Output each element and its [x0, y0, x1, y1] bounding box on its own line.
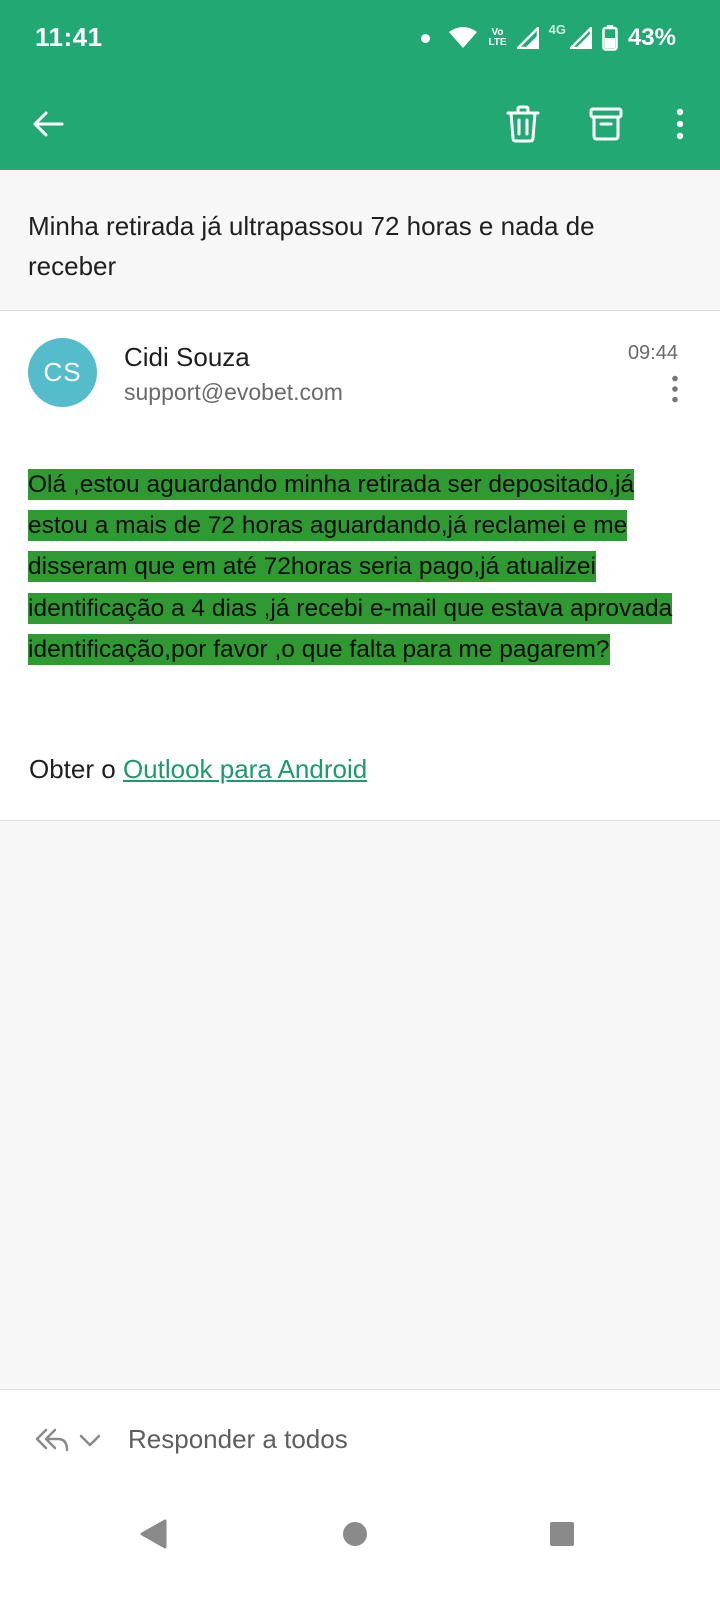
notification-dot-icon — [421, 33, 431, 43]
nav-recents-button[interactable] — [537, 1509, 587, 1559]
delete-button[interactable] — [499, 100, 547, 148]
avatar[interactable]: CS — [28, 338, 97, 407]
sender-email[interactable]: support@evobet.com — [124, 379, 343, 406]
message-time: 09:44 — [627, 342, 678, 364]
outlook-link[interactable]: Outlook para Android — [123, 754, 367, 784]
more-vertical-icon — [672, 375, 678, 403]
subject-header: Minha retirada já ultrapassou 72 horas e… — [0, 170, 720, 311]
archive-icon — [589, 107, 623, 141]
reply-all-label[interactable]: Responder a todos — [128, 1424, 348, 1455]
app-bar — [0, 76, 720, 170]
back-button[interactable] — [24, 100, 72, 148]
signature-prefix: Obter o — [29, 754, 123, 784]
reply-all-icon[interactable] — [34, 1422, 70, 1458]
chevron-down-icon[interactable] — [78, 1428, 102, 1452]
email-body: Olá ,estou aguardando minha retirada ser… — [28, 464, 690, 670]
status-icons: Vo LTE 4G 43% — [421, 22, 676, 54]
message-card: CS Cidi Souza support@evobet.com 09:44 O… — [0, 311, 720, 821]
reply-bar[interactable]: Responder a todos — [0, 1389, 720, 1487]
nav-back-button[interactable] — [128, 1509, 178, 1559]
avatar-initials: CS — [43, 357, 82, 387]
navigation-bar — [0, 1487, 720, 1600]
nav-home-icon — [343, 1522, 367, 1546]
signal-icon — [516, 27, 539, 49]
message-more-button[interactable] — [660, 371, 690, 407]
signature: Obter o Outlook para Android — [29, 754, 367, 785]
email-subject: Minha retirada já ultrapassou 72 horas e… — [28, 211, 595, 281]
status-bar: 11:41 Vo LTE 4G 43% — [0, 0, 720, 76]
more-options-button[interactable] — [656, 100, 704, 148]
network-type-label: 4G — [548, 21, 566, 37]
trash-icon — [506, 105, 540, 143]
nav-recents-icon — [550, 1522, 574, 1546]
more-vertical-icon — [676, 108, 684, 140]
email-body-text: Olá ,estou aguardando minha retirada ser… — [28, 469, 673, 665]
archive-button[interactable] — [582, 100, 630, 148]
arrow-left-icon — [33, 111, 64, 137]
nav-home-button[interactable] — [330, 1509, 380, 1559]
volte-icon: Vo LTE — [488, 28, 506, 48]
volte-bottom-label: LTE — [488, 37, 507, 48]
signal-icon-2 — [569, 27, 592, 49]
wifi-icon — [449, 27, 478, 48]
battery-icon — [602, 25, 618, 51]
nav-back-icon — [140, 1519, 167, 1549]
status-time: 11:41 — [35, 22, 103, 52]
sender-name[interactable]: Cidi Souza — [124, 342, 250, 373]
battery-percentage: 43% — [627, 24, 676, 51]
